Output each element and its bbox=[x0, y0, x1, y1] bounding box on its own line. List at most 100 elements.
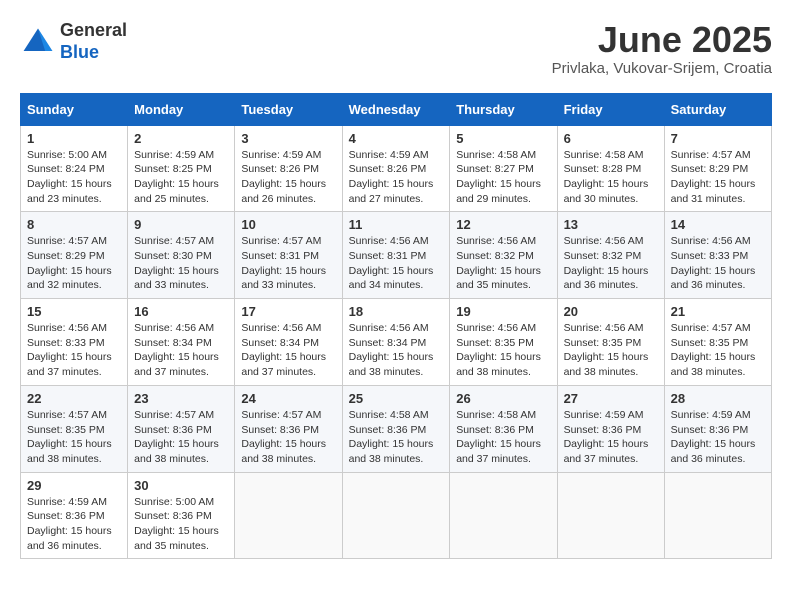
day-number: 7 bbox=[671, 131, 765, 146]
column-header-tuesday: Tuesday bbox=[235, 93, 342, 125]
calendar-day-cell: 29 Sunrise: 4:59 AMSunset: 8:36 PMDaylig… bbox=[21, 472, 128, 559]
day-number: 18 bbox=[349, 304, 444, 319]
column-header-sunday: Sunday bbox=[21, 93, 128, 125]
calendar-day-cell: 18 Sunrise: 4:56 AMSunset: 8:34 PMDaylig… bbox=[342, 299, 450, 386]
day-number: 6 bbox=[564, 131, 658, 146]
day-info: Sunrise: 4:59 AMSunset: 8:36 PMDaylight:… bbox=[27, 495, 121, 554]
day-number: 23 bbox=[134, 391, 228, 406]
column-header-thursday: Thursday bbox=[450, 93, 557, 125]
calendar-day-cell: 27 Sunrise: 4:59 AMSunset: 8:36 PMDaylig… bbox=[557, 385, 664, 472]
day-number: 26 bbox=[456, 391, 550, 406]
day-info: Sunrise: 4:56 AMSunset: 8:32 PMDaylight:… bbox=[564, 234, 658, 293]
day-number: 5 bbox=[456, 131, 550, 146]
location: Privlaka, Vukovar-Srijem, Croatia bbox=[552, 60, 772, 77]
day-number: 27 bbox=[564, 391, 658, 406]
calendar-day-cell: 5 Sunrise: 4:58 AMSunset: 8:27 PMDayligh… bbox=[450, 125, 557, 212]
day-info: Sunrise: 4:57 AMSunset: 8:30 PMDaylight:… bbox=[134, 234, 228, 293]
calendar-day-cell: 16 Sunrise: 4:56 AMSunset: 8:34 PMDaylig… bbox=[128, 299, 235, 386]
day-info: Sunrise: 4:57 AMSunset: 8:35 PMDaylight:… bbox=[27, 408, 121, 467]
calendar-week-row: 15 Sunrise: 4:56 AMSunset: 8:33 PMDaylig… bbox=[21, 299, 772, 386]
day-number: 10 bbox=[241, 217, 335, 232]
day-number: 16 bbox=[134, 304, 228, 319]
empty-cell bbox=[664, 472, 771, 559]
title-block: June 2025 Privlaka, Vukovar-Srijem, Croa… bbox=[552, 20, 772, 77]
day-info: Sunrise: 4:56 AMSunset: 8:31 PMDaylight:… bbox=[349, 234, 444, 293]
calendar-day-cell: 10 Sunrise: 4:57 AMSunset: 8:31 PMDaylig… bbox=[235, 212, 342, 299]
logo: General Blue bbox=[20, 20, 127, 63]
calendar-week-row: 29 Sunrise: 4:59 AMSunset: 8:36 PMDaylig… bbox=[21, 472, 772, 559]
day-number: 30 bbox=[134, 478, 228, 493]
calendar-day-cell: 14 Sunrise: 4:56 AMSunset: 8:33 PMDaylig… bbox=[664, 212, 771, 299]
calendar-day-cell: 3 Sunrise: 4:59 AMSunset: 8:26 PMDayligh… bbox=[235, 125, 342, 212]
day-number: 4 bbox=[349, 131, 444, 146]
day-info: Sunrise: 4:59 AMSunset: 8:26 PMDaylight:… bbox=[349, 148, 444, 207]
day-number: 17 bbox=[241, 304, 335, 319]
day-info: Sunrise: 4:56 AMSunset: 8:34 PMDaylight:… bbox=[134, 321, 228, 380]
column-header-monday: Monday bbox=[128, 93, 235, 125]
calendar-day-cell: 19 Sunrise: 4:56 AMSunset: 8:35 PMDaylig… bbox=[450, 299, 557, 386]
calendar-day-cell: 4 Sunrise: 4:59 AMSunset: 8:26 PMDayligh… bbox=[342, 125, 450, 212]
day-number: 19 bbox=[456, 304, 550, 319]
calendar-day-cell: 6 Sunrise: 4:58 AMSunset: 8:28 PMDayligh… bbox=[557, 125, 664, 212]
day-info: Sunrise: 4:59 AMSunset: 8:36 PMDaylight:… bbox=[564, 408, 658, 467]
day-number: 20 bbox=[564, 304, 658, 319]
day-info: Sunrise: 4:56 AMSunset: 8:32 PMDaylight:… bbox=[456, 234, 550, 293]
calendar-week-row: 1 Sunrise: 5:00 AMSunset: 8:24 PMDayligh… bbox=[21, 125, 772, 212]
calendar-day-cell: 23 Sunrise: 4:57 AMSunset: 8:36 PMDaylig… bbox=[128, 385, 235, 472]
day-number: 22 bbox=[27, 391, 121, 406]
day-info: Sunrise: 4:56 AMSunset: 8:35 PMDaylight:… bbox=[564, 321, 658, 380]
day-info: Sunrise: 5:00 AMSunset: 8:24 PMDaylight:… bbox=[27, 148, 121, 207]
day-info: Sunrise: 4:58 AMSunset: 8:36 PMDaylight:… bbox=[456, 408, 550, 467]
calendar-day-cell: 28 Sunrise: 4:59 AMSunset: 8:36 PMDaylig… bbox=[664, 385, 771, 472]
day-info: Sunrise: 4:59 AMSunset: 8:25 PMDaylight:… bbox=[134, 148, 228, 207]
day-info: Sunrise: 4:58 AMSunset: 8:27 PMDaylight:… bbox=[456, 148, 550, 207]
calendar-week-row: 22 Sunrise: 4:57 AMSunset: 8:35 PMDaylig… bbox=[21, 385, 772, 472]
logo-text: General Blue bbox=[60, 20, 127, 63]
empty-cell bbox=[450, 472, 557, 559]
day-info: Sunrise: 4:58 AMSunset: 8:28 PMDaylight:… bbox=[564, 148, 658, 207]
day-number: 13 bbox=[564, 217, 658, 232]
day-number: 14 bbox=[671, 217, 765, 232]
day-info: Sunrise: 4:56 AMSunset: 8:33 PMDaylight:… bbox=[27, 321, 121, 380]
empty-cell bbox=[235, 472, 342, 559]
calendar-day-cell: 2 Sunrise: 4:59 AMSunset: 8:25 PMDayligh… bbox=[128, 125, 235, 212]
calendar-day-cell: 25 Sunrise: 4:58 AMSunset: 8:36 PMDaylig… bbox=[342, 385, 450, 472]
day-info: Sunrise: 4:58 AMSunset: 8:36 PMDaylight:… bbox=[349, 408, 444, 467]
calendar-header-row: SundayMondayTuesdayWednesdayThursdayFrid… bbox=[21, 93, 772, 125]
column-header-saturday: Saturday bbox=[664, 93, 771, 125]
calendar-table: SundayMondayTuesdayWednesdayThursdayFrid… bbox=[20, 93, 772, 560]
day-info: Sunrise: 4:59 AMSunset: 8:26 PMDaylight:… bbox=[241, 148, 335, 207]
calendar-day-cell: 13 Sunrise: 4:56 AMSunset: 8:32 PMDaylig… bbox=[557, 212, 664, 299]
calendar-day-cell: 7 Sunrise: 4:57 AMSunset: 8:29 PMDayligh… bbox=[664, 125, 771, 212]
calendar-day-cell: 17 Sunrise: 4:56 AMSunset: 8:34 PMDaylig… bbox=[235, 299, 342, 386]
day-info: Sunrise: 4:57 AMSunset: 8:29 PMDaylight:… bbox=[27, 234, 121, 293]
calendar-day-cell: 30 Sunrise: 5:00 AMSunset: 8:36 PMDaylig… bbox=[128, 472, 235, 559]
day-info: Sunrise: 4:57 AMSunset: 8:29 PMDaylight:… bbox=[671, 148, 765, 207]
calendar-day-cell: 26 Sunrise: 4:58 AMSunset: 8:36 PMDaylig… bbox=[450, 385, 557, 472]
calendar-day-cell: 15 Sunrise: 4:56 AMSunset: 8:33 PMDaylig… bbox=[21, 299, 128, 386]
logo-icon bbox=[20, 24, 56, 60]
day-number: 28 bbox=[671, 391, 765, 406]
calendar-day-cell: 1 Sunrise: 5:00 AMSunset: 8:24 PMDayligh… bbox=[21, 125, 128, 212]
day-number: 25 bbox=[349, 391, 444, 406]
day-number: 1 bbox=[27, 131, 121, 146]
day-number: 11 bbox=[349, 217, 444, 232]
month-title: June 2025 bbox=[552, 20, 772, 60]
empty-cell bbox=[342, 472, 450, 559]
day-info: Sunrise: 4:56 AMSunset: 8:34 PMDaylight:… bbox=[349, 321, 444, 380]
calendar-day-cell: 22 Sunrise: 4:57 AMSunset: 8:35 PMDaylig… bbox=[21, 385, 128, 472]
day-info: Sunrise: 5:00 AMSunset: 8:36 PMDaylight:… bbox=[134, 495, 228, 554]
day-number: 24 bbox=[241, 391, 335, 406]
day-info: Sunrise: 4:57 AMSunset: 8:31 PMDaylight:… bbox=[241, 234, 335, 293]
day-info: Sunrise: 4:57 AMSunset: 8:36 PMDaylight:… bbox=[134, 408, 228, 467]
calendar-day-cell: 20 Sunrise: 4:56 AMSunset: 8:35 PMDaylig… bbox=[557, 299, 664, 386]
calendar-day-cell: 21 Sunrise: 4:57 AMSunset: 8:35 PMDaylig… bbox=[664, 299, 771, 386]
day-number: 2 bbox=[134, 131, 228, 146]
page-header: General Blue June 2025 Privlaka, Vukovar… bbox=[20, 20, 772, 77]
day-info: Sunrise: 4:56 AMSunset: 8:33 PMDaylight:… bbox=[671, 234, 765, 293]
day-number: 3 bbox=[241, 131, 335, 146]
empty-cell bbox=[557, 472, 664, 559]
calendar-day-cell: 8 Sunrise: 4:57 AMSunset: 8:29 PMDayligh… bbox=[21, 212, 128, 299]
day-info: Sunrise: 4:57 AMSunset: 8:35 PMDaylight:… bbox=[671, 321, 765, 380]
day-info: Sunrise: 4:59 AMSunset: 8:36 PMDaylight:… bbox=[671, 408, 765, 467]
